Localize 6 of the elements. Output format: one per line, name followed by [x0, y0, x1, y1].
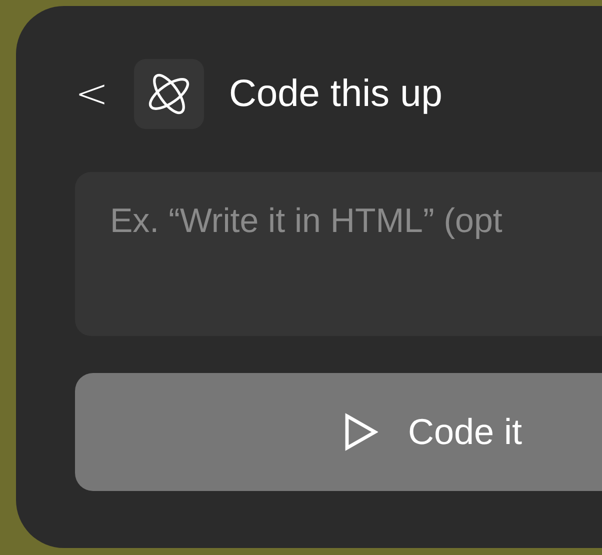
- back-button[interactable]: <: [75, 74, 105, 114]
- play-icon: [344, 413, 378, 451]
- code-it-button[interactable]: Code it: [75, 373, 602, 491]
- atom-icon: [134, 59, 204, 129]
- panel-title: Code this up: [229, 72, 442, 116]
- prompt-field[interactable]: Ex. “Write it in HTML” (opt: [75, 172, 602, 336]
